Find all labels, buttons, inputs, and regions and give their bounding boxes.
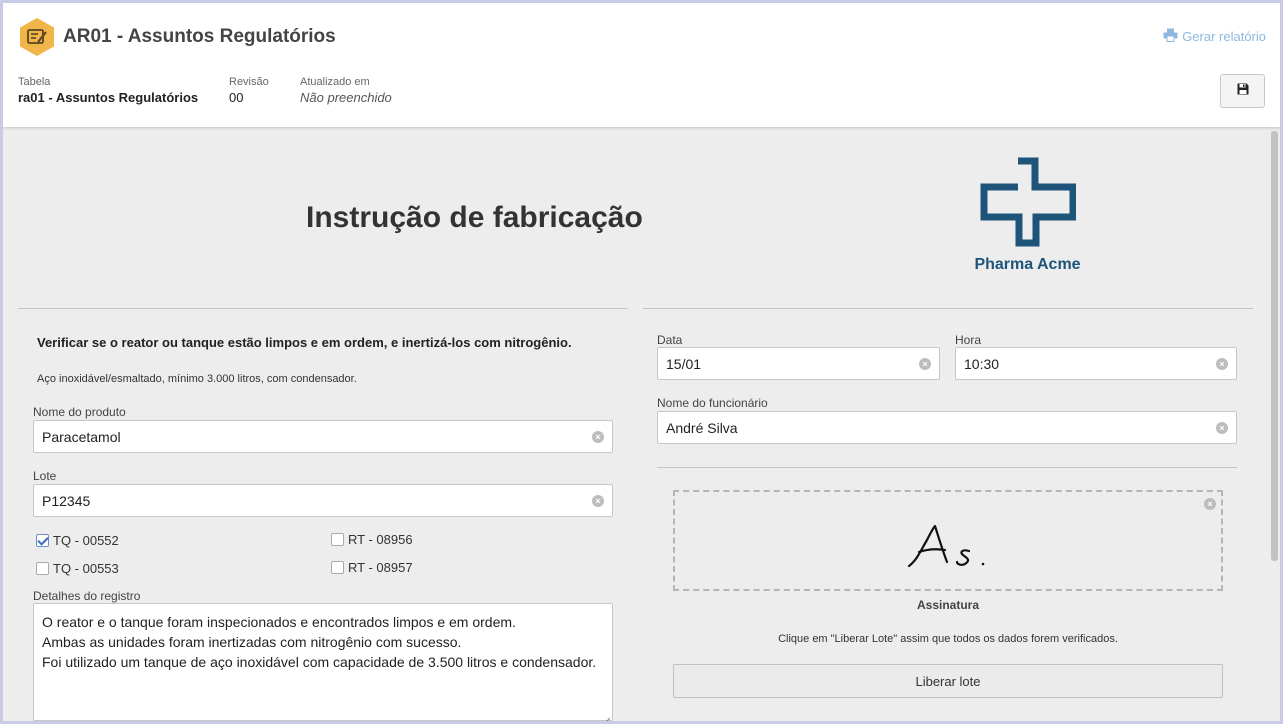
- employee-value: André Silva: [666, 419, 738, 436]
- divider-signature: [657, 467, 1237, 468]
- employee-input[interactable]: André Silva ×: [657, 411, 1237, 444]
- meta-updated: Atualizado em Não preenchido: [300, 76, 392, 105]
- lot-input[interactable]: P12345 ×: [33, 484, 613, 517]
- release-hint: Clique em "Liberar Lote" assim que todos…: [778, 633, 1118, 645]
- company-logo: Pharma Acme: [965, 157, 1090, 274]
- divider-right: [643, 308, 1253, 309]
- checkbox-tq-00553[interactable]: TQ - 00553: [36, 561, 119, 576]
- checkbox-rt-08956[interactable]: RT - 08956: [331, 532, 413, 547]
- time-label: Hora: [955, 333, 982, 347]
- time-value: 10:30: [964, 355, 1000, 372]
- save-button[interactable]: [1220, 74, 1265, 108]
- scrollbar[interactable]: [1271, 131, 1278, 561]
- details-line: O reator e o tanque foram inspecionados …: [42, 614, 516, 630]
- signature-label: Assinatura: [916, 598, 980, 612]
- details-label: Detalhes do registro: [33, 589, 141, 603]
- pharma-cross-icon: [980, 157, 1076, 247]
- app-title: AR01 - Assuntos Regulatórios: [63, 26, 336, 47]
- checkbox-label: RT - 08957: [348, 560, 413, 575]
- checkbox-tq-00552[interactable]: TQ - 00552: [36, 533, 119, 548]
- date-label: Data: [657, 333, 683, 347]
- clear-icon[interactable]: ×: [1216, 422, 1228, 434]
- app-frame: AR01 - Assuntos Regulatórios Gerar relat…: [0, 0, 1283, 724]
- divider-left: [18, 308, 628, 309]
- checkbox-icon[interactable]: [331, 561, 344, 574]
- checkbox-icon[interactable]: [331, 533, 344, 546]
- meta-table: Tabela ra01 - Assuntos Regulatórios: [18, 76, 198, 105]
- product-label: Nome do produto: [33, 405, 126, 419]
- meta-table-value: ra01 - Assuntos Regulatórios: [18, 90, 199, 105]
- details-textarea[interactable]: O reator e o tanque foram inspecionados …: [33, 603, 613, 721]
- clear-icon[interactable]: ×: [1216, 358, 1228, 370]
- floppy-disk-icon: [1237, 82, 1249, 100]
- document-content: Instrução de fabricação Pharma Acme Veri…: [3, 127, 1269, 721]
- meta-revision: Revisão 00: [229, 76, 269, 105]
- meta-revision-label: Revisão: [229, 76, 269, 88]
- resize-handle-icon[interactable]: [602, 710, 611, 721]
- instruction-note: Aço inoxidável/esmaltado, mínimo 3.000 l…: [37, 373, 357, 385]
- document-title: Instrução de fabricação: [306, 201, 643, 234]
- logo-text: Pharma Acme: [974, 256, 1081, 273]
- header: AR01 - Assuntos Regulatórios Gerar relat…: [3, 3, 1280, 127]
- clear-signature-icon[interactable]: ×: [1204, 498, 1216, 510]
- date-input[interactable]: 15/01 ×: [657, 347, 940, 380]
- meta-revision-value: 00: [229, 90, 244, 105]
- signature-drawing-icon: [907, 524, 985, 568]
- meta-table-label: Tabela: [18, 76, 51, 88]
- checkbox-rt-08957[interactable]: RT - 08957: [331, 560, 413, 575]
- details-line: Foi utilizado um tanque de aço inoxidáve…: [42, 654, 597, 670]
- clear-icon[interactable]: ×: [592, 495, 604, 507]
- date-value: 15/01: [666, 355, 702, 372]
- meta-updated-label: Atualizado em: [300, 76, 370, 88]
- printer-icon: [1163, 28, 1178, 45]
- details-line: Ambas as unidades foram inertizadas com …: [42, 634, 462, 650]
- checkbox-checked-icon[interactable]: [36, 534, 49, 547]
- lot-value: P12345: [42, 492, 91, 509]
- clear-icon[interactable]: ×: [592, 431, 604, 443]
- product-input[interactable]: Paracetamol ×: [33, 420, 613, 453]
- checkbox-label: TQ - 00552: [53, 533, 119, 548]
- meta-updated-value: Não preenchido: [300, 90, 392, 105]
- release-lot-button[interactable]: Liberar lote: [673, 664, 1223, 698]
- signature-pad[interactable]: ×: [673, 490, 1223, 591]
- checkbox-label: RT - 08956: [348, 532, 413, 547]
- lot-label: Lote: [33, 469, 57, 483]
- instruction-text: Verificar se o reator ou tanque estão li…: [37, 335, 572, 350]
- clear-icon[interactable]: ×: [919, 358, 931, 370]
- employee-label: Nome do funcionário: [657, 396, 768, 410]
- checkbox-label: TQ - 00553: [53, 561, 119, 576]
- edit-document-icon: [18, 17, 56, 57]
- time-input[interactable]: 10:30 ×: [955, 347, 1237, 380]
- generate-report-link[interactable]: Gerar relatório: [1163, 28, 1266, 45]
- checkbox-icon[interactable]: [36, 562, 49, 575]
- generate-report-label: Gerar relatório: [1182, 29, 1266, 44]
- product-value: Paracetamol: [42, 428, 121, 445]
